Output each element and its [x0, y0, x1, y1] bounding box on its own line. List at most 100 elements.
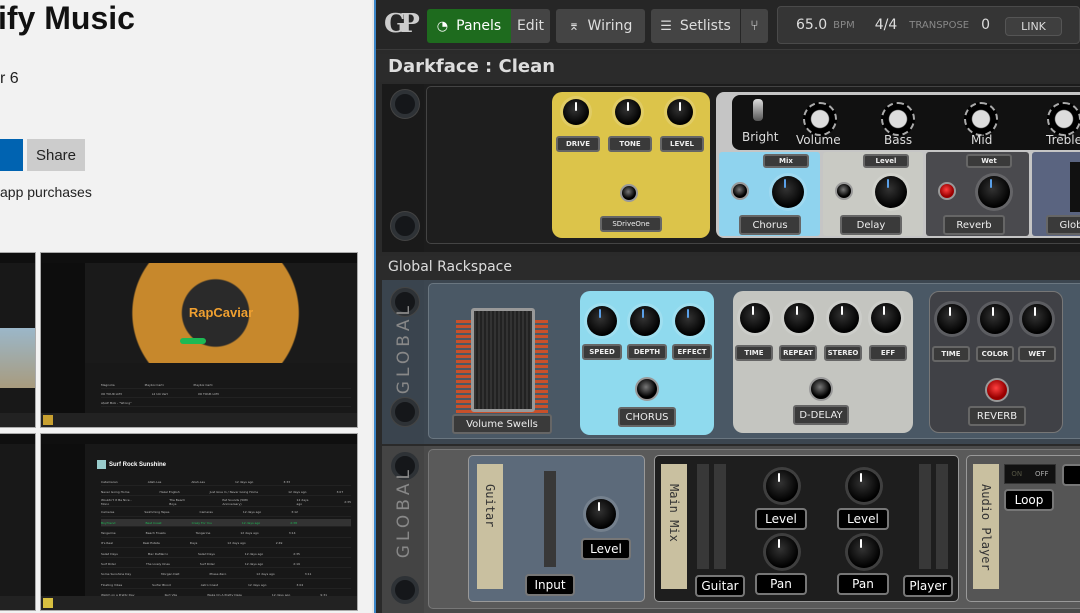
volume-pedal[interactable] [471, 308, 535, 412]
delay-switch[interactable] [835, 182, 853, 200]
loop-toggle[interactable]: ON OFF [1004, 464, 1056, 484]
volume-knob[interactable] [803, 102, 837, 136]
reverb-wet-knob[interactable] [1022, 304, 1052, 334]
play-button [180, 338, 206, 344]
track-row: Tangerine Beach Fossils Tangerine 12 days a… [101, 530, 351, 538]
pan-knob-2[interactable] [848, 536, 880, 568]
bright-toggle[interactable] [753, 99, 763, 121]
track-row: Floating Vibes Surfer Blood Astro Coast 12 … [101, 581, 351, 589]
rating-text: r 6 [0, 70, 19, 87]
wiring-button[interactable]: ⌆ Wiring [556, 9, 645, 43]
app-title: ify Music [0, 0, 135, 36]
level-label: LEVEL [660, 136, 704, 152]
reverb-footswitch[interactable] [985, 378, 1009, 402]
screenshot-thumbnail[interactable]: Surf Rock Sunshine Catamaran Allah-Las All… [40, 433, 358, 611]
speed-label: SPEED [582, 344, 622, 360]
speed-knob[interactable] [587, 306, 617, 336]
player-meter-l [919, 464, 931, 569]
drive-knob[interactable] [563, 99, 589, 125]
tuner-button[interactable]: ⑂ [741, 9, 768, 43]
track-row: Surf Rider The Lively Ones Surf Rider 12 da… [101, 560, 351, 569]
rack-global-mixer: GLOBAL Guitar Level Input Main Mix Guita… [382, 446, 1080, 613]
time-knob[interactable] [740, 303, 770, 333]
treble-knob[interactable] [1047, 102, 1080, 136]
wet-label: Wet [966, 154, 1012, 168]
guitar-level-knob[interactable] [586, 499, 616, 529]
mix-knob[interactable] [772, 176, 804, 208]
reverb-time-knob[interactable] [937, 304, 967, 334]
track-row: XO TOUR Llif3 Lil Uzi Vert XO TOUR Llif3 [101, 390, 351, 398]
bass-knob[interactable] [881, 102, 915, 136]
guitar-mix-label: Guitar [695, 575, 745, 597]
edit-button[interactable]: Edit [511, 9, 550, 43]
screenshot-thumbnail[interactable]: RapCaviar Magnolia Playboi Carti Playboi C… [40, 252, 358, 428]
level-knob[interactable] [667, 99, 693, 125]
loop-label: Loop [1004, 489, 1054, 511]
chorus-pedal-name: CHORUS [618, 407, 676, 427]
setlists-button[interactable]: ☰ Setlists [651, 9, 740, 43]
treble-label: Treble [1046, 133, 1080, 147]
reverb-block: Wet Reverb [926, 152, 1029, 236]
stereo-knob[interactable] [829, 303, 859, 333]
hero-title: RapCaviar [188, 305, 254, 320]
global-block: Glob [1032, 152, 1080, 236]
chorus-switch[interactable] [731, 182, 749, 200]
time-signature[interactable]: 4/4 [875, 17, 898, 33]
time-label: TIME [735, 345, 773, 361]
bpm-value[interactable]: 65.0 [796, 17, 827, 33]
bypass-footswitch[interactable] [620, 184, 638, 202]
pan-knob-1[interactable] [766, 536, 798, 568]
mix-level-label-2: Level [837, 508, 889, 530]
global-rackspace-title: Global Rackspace [376, 256, 1080, 280]
reverb-pedal-name: REVERB [968, 406, 1026, 426]
depth-knob[interactable] [630, 306, 660, 336]
list-icon: ☰ [660, 18, 672, 34]
level-label: Level [863, 154, 909, 168]
guitar-level-label: Level [581, 538, 631, 560]
repeat-knob[interactable] [784, 303, 814, 333]
color-label: COLOR [976, 346, 1014, 362]
mid-label: Mid [971, 133, 993, 147]
transport-panel: 65.0 BPM 4/4 TRANSPOSE 0 LINK [777, 6, 1080, 44]
sdrive-pedal: DRIVE TONE LEVEL SDriveOne [552, 92, 710, 238]
delay-level-knob[interactable] [875, 176, 907, 208]
delay-footswitch[interactable] [809, 377, 833, 401]
main-mix: Main Mix Guitar Level Pan Level Pan Play… [654, 455, 959, 602]
guitar-channel: Guitar Level Input [468, 455, 645, 602]
panels-icon: ◔ [436, 18, 449, 34]
delay-pedal-name: D-DELAY [793, 405, 849, 425]
track-row: Salad Days Mac DeMarco Salad Days 12 days a… [101, 550, 351, 559]
screenshot-thumbnail[interactable] [0, 252, 36, 428]
track-row: Some Sunshine Day Morgan Delt Phase Zero 12… [101, 571, 351, 579]
track-row: It's Real Real Estate Days 12 days ago 2:49 [101, 540, 351, 548]
panels-button[interactable]: ◔ Panels [427, 9, 511, 43]
share-button[interactable]: Share [27, 139, 85, 171]
depth-label: DEPTH [627, 344, 667, 360]
chorus-footswitch[interactable] [635, 377, 659, 401]
wet-knob[interactable] [978, 176, 1010, 208]
delay-block: Level Delay [823, 152, 923, 236]
wiring-icon: ⌆ [568, 18, 580, 34]
mix-level-knob-1[interactable] [766, 470, 798, 502]
link-button[interactable]: LINK [1005, 17, 1062, 36]
tone-label: TONE [608, 136, 652, 152]
reverb-switch[interactable] [938, 182, 956, 200]
guitar-meter-l [697, 464, 709, 569]
effect-knob[interactable] [675, 306, 705, 336]
bass-label: Bass [884, 133, 913, 147]
player-mix-label: Player [903, 575, 953, 597]
color-knob[interactable] [980, 304, 1010, 334]
tone-knob[interactable] [615, 99, 641, 125]
in-app-purchases-note: app purchases [0, 184, 92, 200]
transpose-value[interactable]: 0 [981, 17, 990, 33]
playlist-hero: RapCaviar [85, 263, 357, 363]
eff-knob[interactable] [871, 303, 901, 333]
delay-label: Delay [840, 215, 902, 235]
mix-level-knob-2[interactable] [848, 470, 880, 502]
mid-knob[interactable] [964, 102, 998, 136]
gp-logo: GP [384, 9, 420, 39]
get-button[interactable] [0, 139, 23, 171]
tuning-fork-icon: ⑂ [750, 18, 759, 34]
screenshot-thumbnail[interactable] [0, 433, 36, 611]
track-row: Magnolia Playboi Carti Playboi Carti [101, 381, 351, 389]
